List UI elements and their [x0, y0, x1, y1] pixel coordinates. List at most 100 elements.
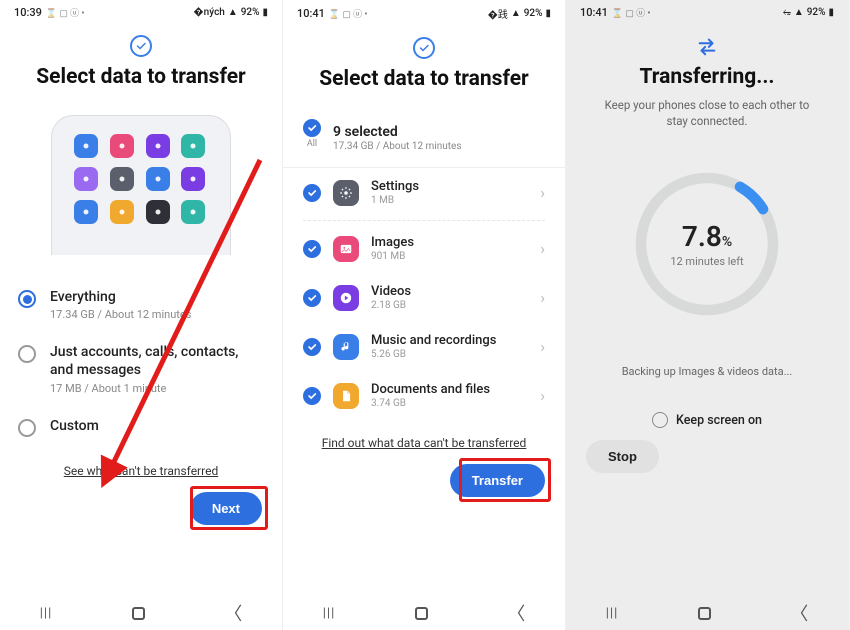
nav-recent-icon[interactable]: ||| [323, 606, 336, 621]
radio-icon[interactable] [18, 345, 36, 363]
status-time: 10:41 [297, 7, 325, 20]
category-name: Settings [371, 179, 528, 194]
option-custom[interactable]: Custom [18, 406, 264, 448]
battery-icon: ▮ [828, 7, 834, 18]
app-icon [146, 134, 170, 158]
chevron-right-icon: › [540, 183, 545, 202]
phone-screen-3: 10:41 ⌛ ▢ ⓤ • ⥳ ▲ 92% ▮ Transferring... … [566, 0, 849, 630]
signal-icon: ▲ [511, 8, 521, 19]
app-icon [74, 200, 98, 224]
status-notif-icons: ⌛ ▢ ⓤ • [612, 6, 651, 19]
battery-pct: 92% [241, 7, 260, 18]
check-circle-icon [130, 35, 152, 57]
nav-home-icon[interactable] [698, 607, 711, 620]
android-nav-bar: ||| 〈 [566, 596, 848, 630]
checkbox-icon[interactable] [303, 184, 321, 202]
stop-button[interactable]: Stop [586, 440, 659, 473]
category-name: Documents and files [371, 382, 528, 397]
category-images[interactable]: Images901 MB › [303, 224, 545, 273]
wifi-icon: �践 [488, 6, 508, 21]
chevron-right-icon: › [540, 288, 545, 307]
page-title: Transferring... [566, 65, 848, 97]
radio-icon[interactable] [18, 290, 36, 308]
radio-icon[interactable] [18, 419, 36, 437]
category-size: 5.26 GB [371, 349, 528, 360]
highlight-box [459, 458, 551, 502]
chevron-right-icon: › [540, 239, 545, 258]
keep-screen-toggle[interactable]: Keep screen on [566, 412, 848, 428]
category-name: Images [371, 235, 528, 250]
option-label: Everything [50, 288, 191, 306]
nav-back-icon[interactable]: 〈 [790, 600, 808, 626]
app-icon [181, 200, 205, 224]
nav-back-icon[interactable]: 〈 [224, 600, 242, 626]
category-size: 1 MB [371, 195, 528, 206]
status-time: 10:41 [580, 6, 608, 19]
category-name: Videos [371, 284, 528, 299]
category-icon [333, 236, 359, 262]
option-label: Custom [50, 417, 99, 435]
category-size: 901 MB [371, 251, 528, 262]
highlight-box [190, 486, 268, 530]
status-bar: 10:41 ⌛ ▢ ⓤ • �践 ▲ 92% ▮ [283, 0, 565, 23]
android-nav-bar: ||| 〈 [0, 596, 282, 630]
status-time: 10:39 [14, 6, 42, 19]
chevron-right-icon: › [540, 337, 545, 356]
wifi-icon: �ných [193, 7, 224, 18]
page-subtitle: Keep your phones close to each other to … [566, 97, 848, 139]
see-what-cant-link[interactable]: See what can't be transferred [0, 464, 282, 478]
category-icon [333, 180, 359, 206]
checkbox-all-icon[interactable] [303, 119, 321, 137]
battery-pct: 92% [524, 8, 543, 19]
status-notif-icons: ⌛ ▢ ⓤ • [329, 7, 368, 20]
page-title: Select data to transfer [0, 65, 282, 97]
phone-illustration [51, 115, 231, 255]
battery-pct: 92% [807, 7, 826, 18]
page-title: Select data to transfer [283, 67, 565, 99]
nav-recent-icon[interactable]: ||| [40, 606, 53, 621]
phone-screen-1: 10:39 ⌛ ▢ ⓤ • �ných ▲ 92% ▮ Select data … [0, 0, 283, 630]
find-out-link[interactable]: Find out what data can't be transferred [283, 436, 565, 450]
nav-back-icon[interactable]: 〈 [507, 600, 525, 626]
select-all-row[interactable]: All 9 selected 17.34 GB / About 12 minut… [283, 109, 565, 168]
app-icon [74, 134, 98, 158]
status-bar: 10:39 ⌛ ▢ ⓤ • �ných ▲ 92% ▮ [0, 0, 282, 21]
category-list: Settings1 MB›Images901 MB›Videos2.18 GB›… [283, 168, 565, 420]
category-music-and-recordings[interactable]: Music and recordings5.26 GB› [303, 322, 545, 371]
app-icon [181, 167, 205, 191]
check-circle-icon [413, 37, 435, 59]
signal-icon: ▲ [794, 7, 804, 18]
option-accounts[interactable]: Just accounts, calls, contacts, and mess… [18, 332, 264, 405]
category-videos[interactable]: Videos2.18 GB› [303, 273, 545, 322]
transfer-options: Everything17.34 GB / About 12 minutesJus… [0, 277, 282, 448]
category-documents-and-files[interactable]: Documents and files3.74 GB› [303, 371, 545, 420]
status-bar: 10:41 ⌛ ▢ ⓤ • ⥳ ▲ 92% ▮ [566, 0, 848, 21]
time-left: 12 minutes left [670, 255, 743, 268]
app-icon [146, 167, 170, 191]
category-settings[interactable]: Settings1 MB › [303, 168, 545, 217]
radio-unchecked-icon[interactable] [652, 412, 668, 428]
app-icon [146, 200, 170, 224]
app-icon [74, 167, 98, 191]
app-icon [110, 134, 134, 158]
category-icon [333, 285, 359, 311]
nav-home-icon[interactable] [132, 607, 145, 620]
checkbox-icon[interactable] [303, 387, 321, 405]
checkbox-icon[interactable] [303, 289, 321, 307]
all-tag: All [303, 139, 321, 157]
nav-home-icon[interactable] [415, 607, 428, 620]
battery-icon: ▮ [262, 7, 268, 18]
progress-ring: 7.8% 12 minutes left [632, 169, 782, 319]
option-everything[interactable]: Everything17.34 GB / About 12 minutes [18, 277, 264, 332]
checkbox-icon[interactable] [303, 240, 321, 258]
status-notif-icons: ⌛ ▢ ⓤ • [46, 6, 85, 19]
app-icon [181, 134, 205, 158]
signal-icon: ▲ [228, 7, 238, 18]
option-sub: 17 MB / About 1 minute [50, 382, 264, 395]
keep-screen-label: Keep screen on [676, 413, 762, 428]
selected-size: 17.34 GB / About 12 minutes [333, 141, 462, 152]
nav-recent-icon[interactable]: ||| [606, 606, 619, 621]
category-icon [333, 383, 359, 409]
checkbox-icon[interactable] [303, 338, 321, 356]
status-message: Backing up Images & videos data... [586, 365, 828, 378]
